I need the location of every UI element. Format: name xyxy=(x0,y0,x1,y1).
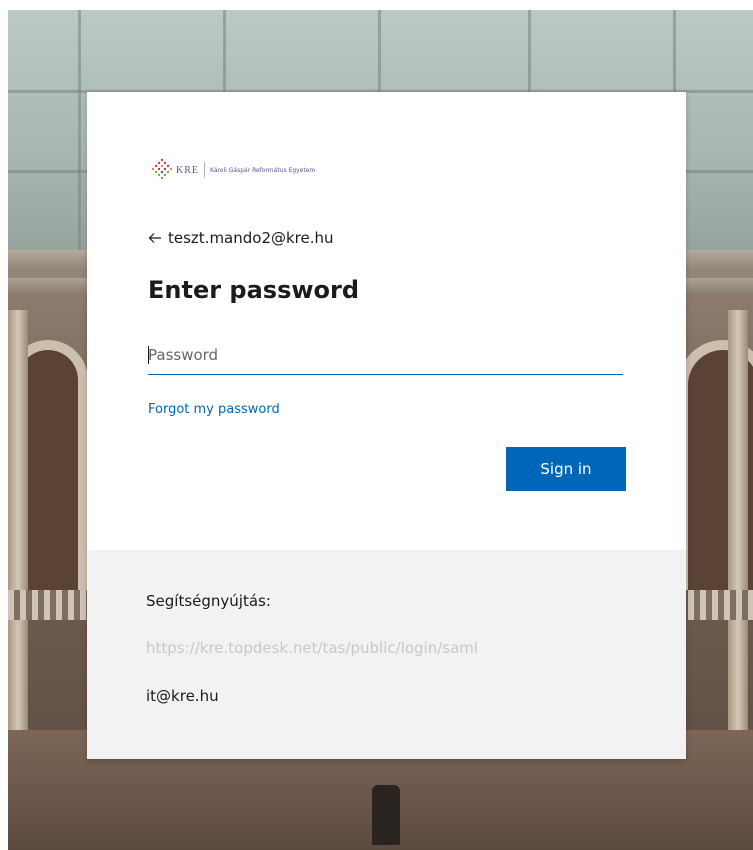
back-to-account-button[interactable]: teszt.mando2@kre.hu xyxy=(148,229,334,247)
page-title: Enter password xyxy=(148,276,360,304)
university-logo: KRE Károli Gáspár Református Egyetem xyxy=(150,152,315,188)
kre-logo-icon xyxy=(150,158,174,182)
help-desk-link[interactable]: https://kre.topdesk.net/tas/public/login… xyxy=(146,639,478,657)
logo-university-name: Károli Gáspár Református Egyetem xyxy=(210,166,316,174)
account-email: teszt.mando2@kre.hu xyxy=(168,229,334,247)
logo-abbreviation: KRE xyxy=(176,164,199,176)
password-input[interactable] xyxy=(148,336,623,374)
forgot-password-link[interactable]: Forgot my password xyxy=(148,402,280,417)
password-field-container xyxy=(148,336,623,375)
login-card: KRE Károli Gáspár Református Egyetem tes… xyxy=(87,92,686,759)
logo-divider xyxy=(204,162,205,178)
sign-in-button[interactable]: Sign in xyxy=(506,447,626,491)
help-email: it@kre.hu xyxy=(146,687,219,705)
arrow-left-icon[interactable] xyxy=(148,231,162,245)
lantern-decoration xyxy=(372,785,400,845)
help-section: Segítségnyújtás: https://kre.topdesk.net… xyxy=(87,550,686,759)
help-label: Segítségnyújtás: xyxy=(146,592,271,610)
text-caret xyxy=(148,346,149,364)
